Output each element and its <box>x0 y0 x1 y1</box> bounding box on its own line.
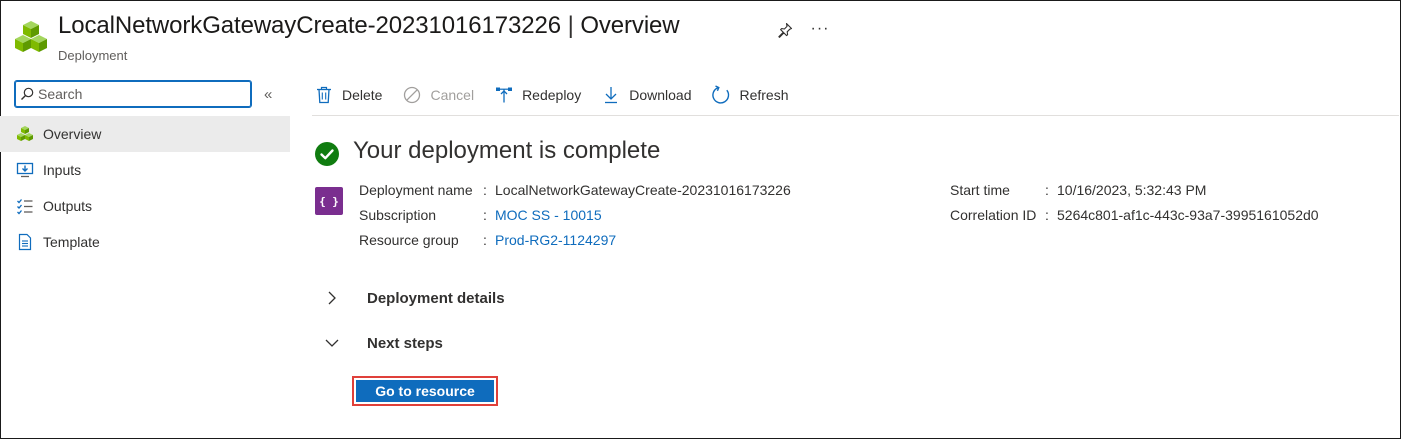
colon: : <box>483 182 487 198</box>
sidebar-item-label: Inputs <box>43 162 82 178</box>
download-button[interactable]: Download <box>599 85 693 105</box>
deployment-details-label: Deployment details <box>367 289 505 307</box>
colon: : <box>1045 207 1049 223</box>
outputs-icon <box>16 197 34 215</box>
next-steps-label: Next steps <box>367 334 443 352</box>
pin-button[interactable] <box>773 18 797 42</box>
next-steps-toggle[interactable]: Next steps <box>320 331 443 355</box>
start-time-value: 10/16/2023, 5:32:43 PM <box>1057 182 1207 198</box>
deployment-title: LocalNetworkGatewayCreate-20231016173226 <box>58 12 562 39</box>
download-icon <box>601 85 621 105</box>
resource-group-label: Resource group <box>359 232 459 248</box>
sidebar: « Overview Inputs <box>0 76 290 436</box>
download-label: Download <box>629 87 692 103</box>
deployment-template-icon: { } <box>315 187 343 215</box>
inputs-icon <box>16 161 34 179</box>
delete-label: Delete <box>342 87 383 103</box>
subscription-link[interactable]: MOC SS - 10015 <box>495 207 602 223</box>
trash-icon <box>314 85 334 105</box>
toolbar-divider <box>312 115 1399 116</box>
deployment-cubes-icon <box>15 21 47 52</box>
sidebar-item-outputs[interactable]: Outputs <box>0 188 290 224</box>
colon: : <box>483 232 487 248</box>
resource-group-link[interactable]: Prod-RG2-1124297 <box>495 232 616 248</box>
search-icon <box>16 87 38 101</box>
cancel-label: Cancel <box>430 87 475 103</box>
cancel-icon <box>402 85 422 105</box>
subscription-label: Subscription <box>359 207 437 223</box>
refresh-icon <box>711 85 731 105</box>
refresh-button[interactable]: Refresh <box>709 85 790 105</box>
overview-cubes-icon <box>16 125 34 143</box>
redeploy-button[interactable]: Redeploy <box>492 85 583 105</box>
command-bar: Delete Cancel Redeploy Download Refresh <box>312 80 807 110</box>
redeploy-icon <box>494 85 514 105</box>
deployment-details-toggle[interactable]: Deployment details <box>320 286 505 310</box>
correlation-id-value: 5264c801-af1c-443c-93a7-3995161052d0 <box>1057 207 1319 223</box>
chevron-down-icon <box>320 337 344 349</box>
page-subtitle: Deployment <box>58 48 128 63</box>
sidebar-item-inputs[interactable]: Inputs <box>0 152 290 188</box>
go-to-resource-button[interactable]: Go to resource <box>356 380 494 402</box>
correlation-id-label: Correlation ID <box>950 207 1037 223</box>
view-title: Overview <box>580 12 680 39</box>
pin-icon <box>778 22 793 38</box>
deployment-name-label: Deployment name <box>359 182 473 198</box>
deployment-status-title: Your deployment is complete <box>353 137 661 164</box>
search-box[interactable] <box>14 80 252 108</box>
sidebar-item-label: Overview <box>43 126 102 142</box>
nav-list: Overview Inputs Outputs Template <box>0 116 290 260</box>
chevron-right-icon <box>320 291 344 305</box>
cancel-button[interactable]: Cancel <box>400 85 476 105</box>
page-title: LocalNetworkGatewayCreate-20231016173226… <box>58 12 680 40</box>
page-header: LocalNetworkGatewayCreate-20231016173226… <box>0 0 1399 70</box>
go-to-resource-highlight: Go to resource <box>352 376 498 406</box>
sidebar-item-label: Template <box>43 234 100 250</box>
title-separator: | <box>567 12 574 39</box>
sidebar-item-label: Outputs <box>43 198 93 214</box>
colon: : <box>1045 182 1049 198</box>
deployment-name-value: LocalNetworkGatewayCreate-20231016173226 <box>495 182 791 198</box>
success-check-icon <box>315 142 339 166</box>
refresh-label: Refresh <box>739 87 789 103</box>
template-icon <box>16 233 34 251</box>
sidebar-item-template[interactable]: Template <box>0 224 290 260</box>
redeploy-label: Redeploy <box>522 87 582 103</box>
start-time-label: Start time <box>950 182 1010 198</box>
colon: : <box>483 207 487 223</box>
delete-button[interactable]: Delete <box>312 85 384 105</box>
search-input[interactable] <box>38 86 238 102</box>
collapse-sidebar-button[interactable]: « <box>264 86 272 103</box>
more-options-button[interactable]: ··· <box>808 17 832 41</box>
sidebar-item-overview[interactable]: Overview <box>0 116 290 152</box>
